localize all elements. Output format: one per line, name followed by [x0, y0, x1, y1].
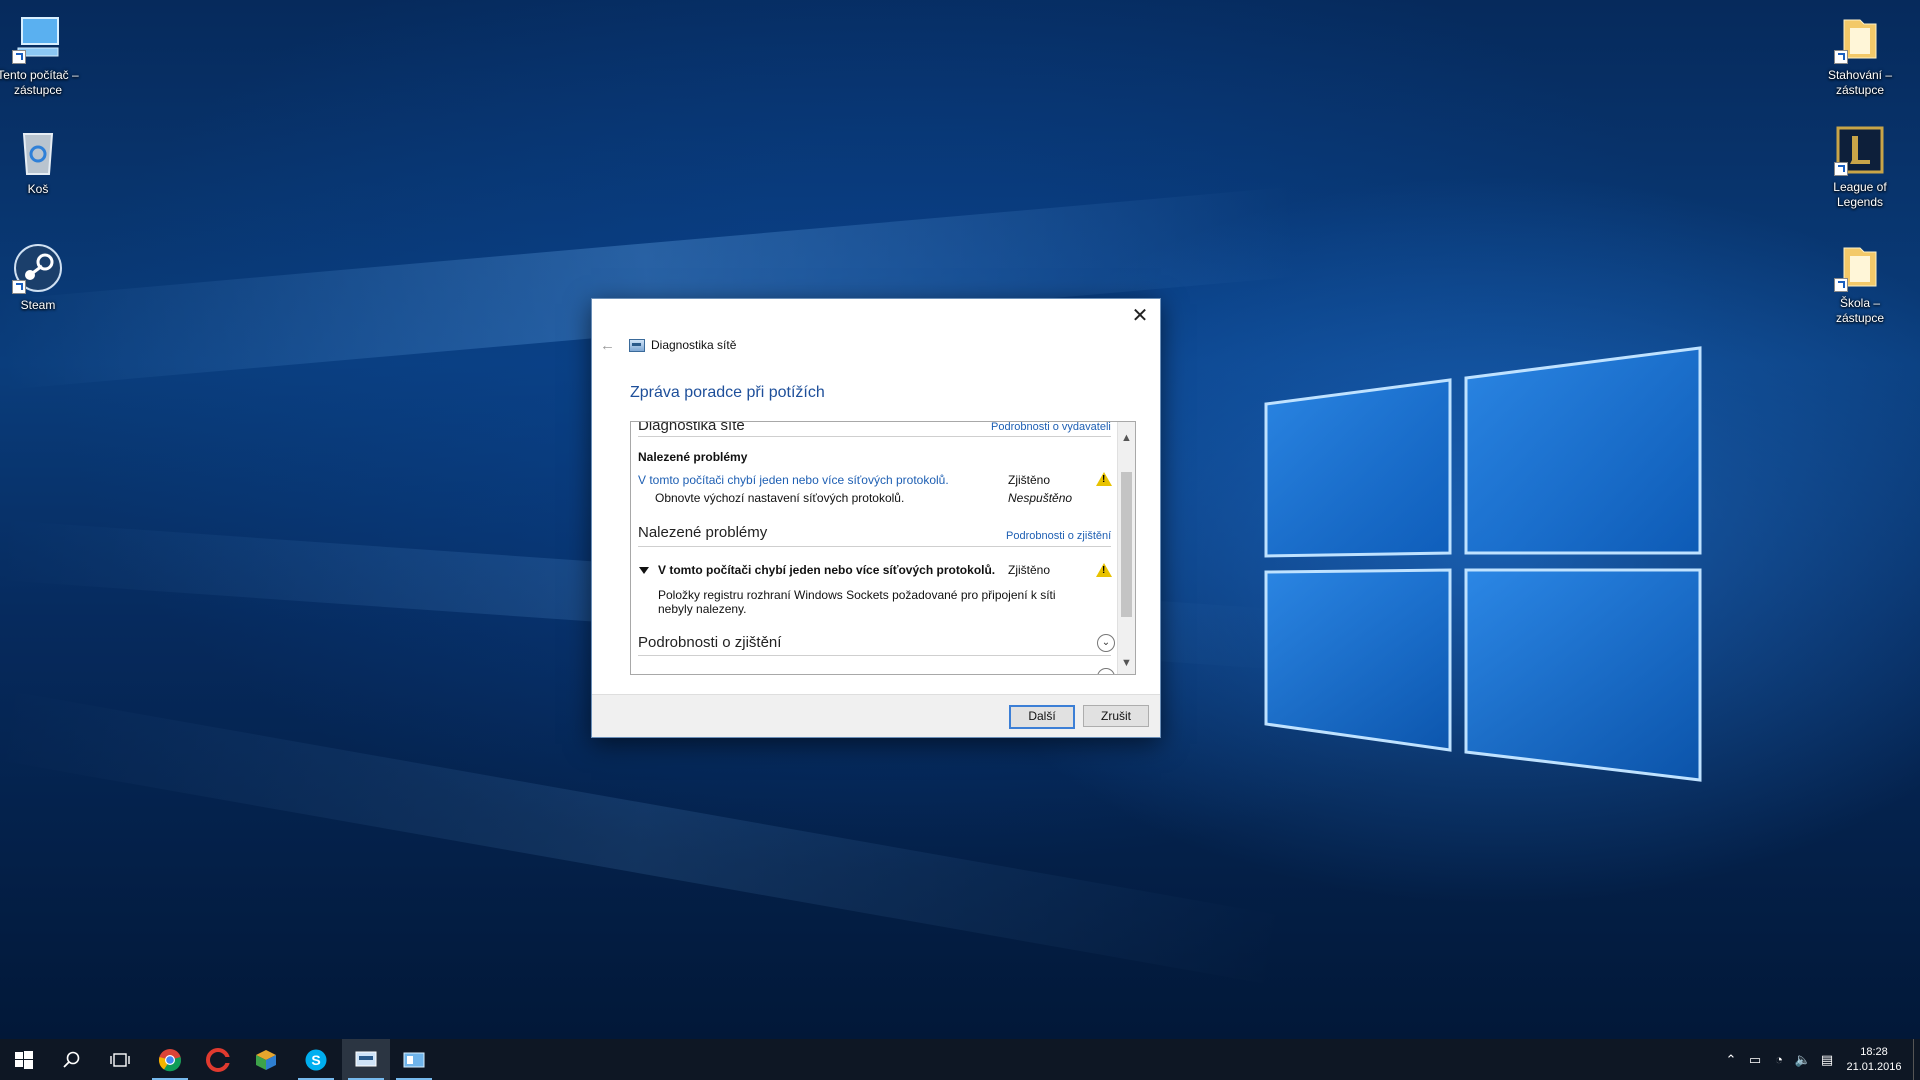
back-arrow-icon[interactable]: ← [600, 337, 615, 354]
problem-title: V tomto počítači chybí jeden nebo více s… [658, 563, 996, 577]
clock-date: 21.01.2016 [1846, 1060, 1902, 1073]
desktop-icon-label: Stahování – zástupce [1827, 68, 1893, 97]
desktop-icon-label: Tento počítač – zástupce [0, 68, 79, 97]
clock[interactable]: 18:28 21.01.2016 [1839, 1045, 1909, 1075]
app-cube-icon [256, 1049, 276, 1070]
shortcut-arrow-icon [12, 50, 26, 64]
network-diagnostics-dialog: ✕ ← Diagnostika sítě Zpráva poradce při … [591, 298, 1161, 738]
section-title: Podrobnosti o zjištění [638, 634, 782, 651]
found-problems-label: Nalezené problémy [638, 450, 748, 464]
report-scrollbar[interactable]: ▲ ▼ [1117, 422, 1135, 674]
steam-icon [12, 242, 64, 294]
desktop-icon-school[interactable]: Škola – zástupce [1817, 240, 1903, 326]
taskbar-chrome[interactable] [146, 1039, 194, 1080]
shortcut-arrow-icon [1834, 50, 1848, 64]
scroll-down-icon[interactable]: ▼ [1118, 655, 1135, 672]
league-of-legends-icon [1834, 124, 1886, 176]
ccleaner-icon [206, 1047, 230, 1072]
fix-status: Nespuštěno [1008, 491, 1073, 505]
page-title: Zpráva poradce při potížích [630, 384, 825, 401]
desktop-icon-league-of-legends[interactable]: League of Legends [1817, 124, 1903, 210]
taskbar-network-diagnostics[interactable] [342, 1039, 390, 1080]
dialog-footer: Další Zrušit [592, 694, 1160, 737]
shortcut-arrow-icon [1834, 278, 1848, 292]
skype-icon: S [305, 1049, 327, 1070]
volume-icon[interactable]: 🔈 [1791, 1052, 1815, 1068]
show-desktop-button[interactable] [1913, 1039, 1920, 1080]
detection-details-link[interactable]: Podrobnosti o zjištění [1006, 530, 1111, 542]
task-view-icon [110, 1052, 130, 1067]
action-center-icon[interactable]: ▤ [1815, 1052, 1839, 1068]
desktop-icon-this-pc[interactable]: Tento počítač – zástupce [0, 12, 81, 98]
expand-chevron-icon[interactable]: ⌄ [1097, 634, 1115, 652]
divider [638, 546, 1111, 547]
scroll-up-icon[interactable]: ▲ [1118, 430, 1135, 447]
scroll-thumb[interactable] [1121, 472, 1132, 617]
taskbar-ccleaner[interactable] [194, 1039, 242, 1080]
problem-status: Zjištěno [1008, 473, 1051, 487]
section-title: Nalezené problémy [638, 524, 768, 541]
taskbar-skype[interactable]: S [292, 1039, 340, 1080]
problem-link[interactable]: V tomto počítači chybí jeden nebo více s… [638, 473, 949, 487]
network-diagnostics-icon [629, 338, 645, 352]
publisher-details-link[interactable]: Podrobnosti o vydavateli [991, 422, 1111, 433]
search-button[interactable] [48, 1039, 96, 1080]
desktop-icon-recycle-bin[interactable]: Koš [0, 126, 81, 197]
chrome-icon [158, 1048, 182, 1071]
task-view-button[interactable] [96, 1039, 144, 1080]
battery-icon[interactable]: ▭ [1743, 1052, 1767, 1068]
folder-icon [1834, 240, 1886, 292]
folder-icon [1834, 12, 1886, 64]
fix-text: Obnovte výchozí nastavení síťových proto… [655, 491, 905, 505]
desktop-icon-steam[interactable]: Steam [0, 242, 81, 313]
dialog-app-title: Diagnostika sítě [651, 338, 737, 352]
warning-icon [1096, 472, 1112, 486]
shortcut-arrow-icon [1834, 162, 1848, 176]
network-diagnostics-icon [355, 1051, 377, 1066]
system-tray: ⌃ ▭ ◔ 🔈 ▤ 18:28 21.01.2016 [1719, 1039, 1920, 1080]
section-title: Diagnostika sítě [638, 422, 745, 434]
cancel-button[interactable]: Zrušit [1083, 705, 1149, 727]
troubleshooting-report: Diagnostika sítě Podrobnosti o vydavatel… [630, 421, 1136, 675]
next-button[interactable]: Další [1009, 705, 1075, 729]
windows-logo-wallpaper [1264, 346, 1702, 782]
dialog-nav: ← Diagnostika sítě [600, 335, 736, 355]
control-panel-icon [403, 1052, 425, 1067]
clock-time: 18:28 [1860, 1045, 1888, 1058]
wifi-icon[interactable]: ◔ [1767, 1052, 1791, 1067]
desktop-icon-label: Steam [20, 298, 56, 312]
start-button[interactable] [0, 1039, 48, 1080]
search-icon [63, 1051, 80, 1068]
desktop-icon-label: Koš [27, 182, 49, 196]
expand-chevron-icon[interactable]: ⌄ [1097, 668, 1115, 674]
taskbar-app[interactable] [242, 1039, 290, 1080]
shortcut-arrow-icon [12, 280, 26, 294]
warning-icon [1096, 563, 1112, 577]
desktop-icon-label: Škola – zástupce [1835, 296, 1885, 325]
desktop-icon-downloads[interactable]: Stahování – zástupce [1817, 12, 1903, 98]
problem-status: Zjištěno [1008, 563, 1051, 577]
taskbar: S ⌃ ▭ ◔ 🔈 ▤ 18:28 21.01.2016 [0, 1039, 1920, 1080]
start-icon [15, 1050, 33, 1069]
svg-text:S: S [311, 1052, 320, 1068]
report-content: Diagnostika sítě Podrobnosti o vydavatel… [631, 422, 1117, 674]
taskbar-control-panel[interactable] [390, 1039, 438, 1080]
close-button[interactable]: ✕ [1126, 303, 1154, 329]
chevron-up-icon[interactable]: ⌃ [1719, 1052, 1743, 1068]
divider [638, 655, 1111, 656]
collapse-triangle-icon[interactable] [639, 567, 649, 574]
problem-detail: Položky registru rozhraní Windows Socket… [658, 588, 1056, 616]
desktop-icon-label: League of Legends [1833, 180, 1887, 209]
divider [638, 436, 1111, 437]
computer-icon [12, 12, 64, 64]
recycle-bin-icon [12, 126, 64, 178]
